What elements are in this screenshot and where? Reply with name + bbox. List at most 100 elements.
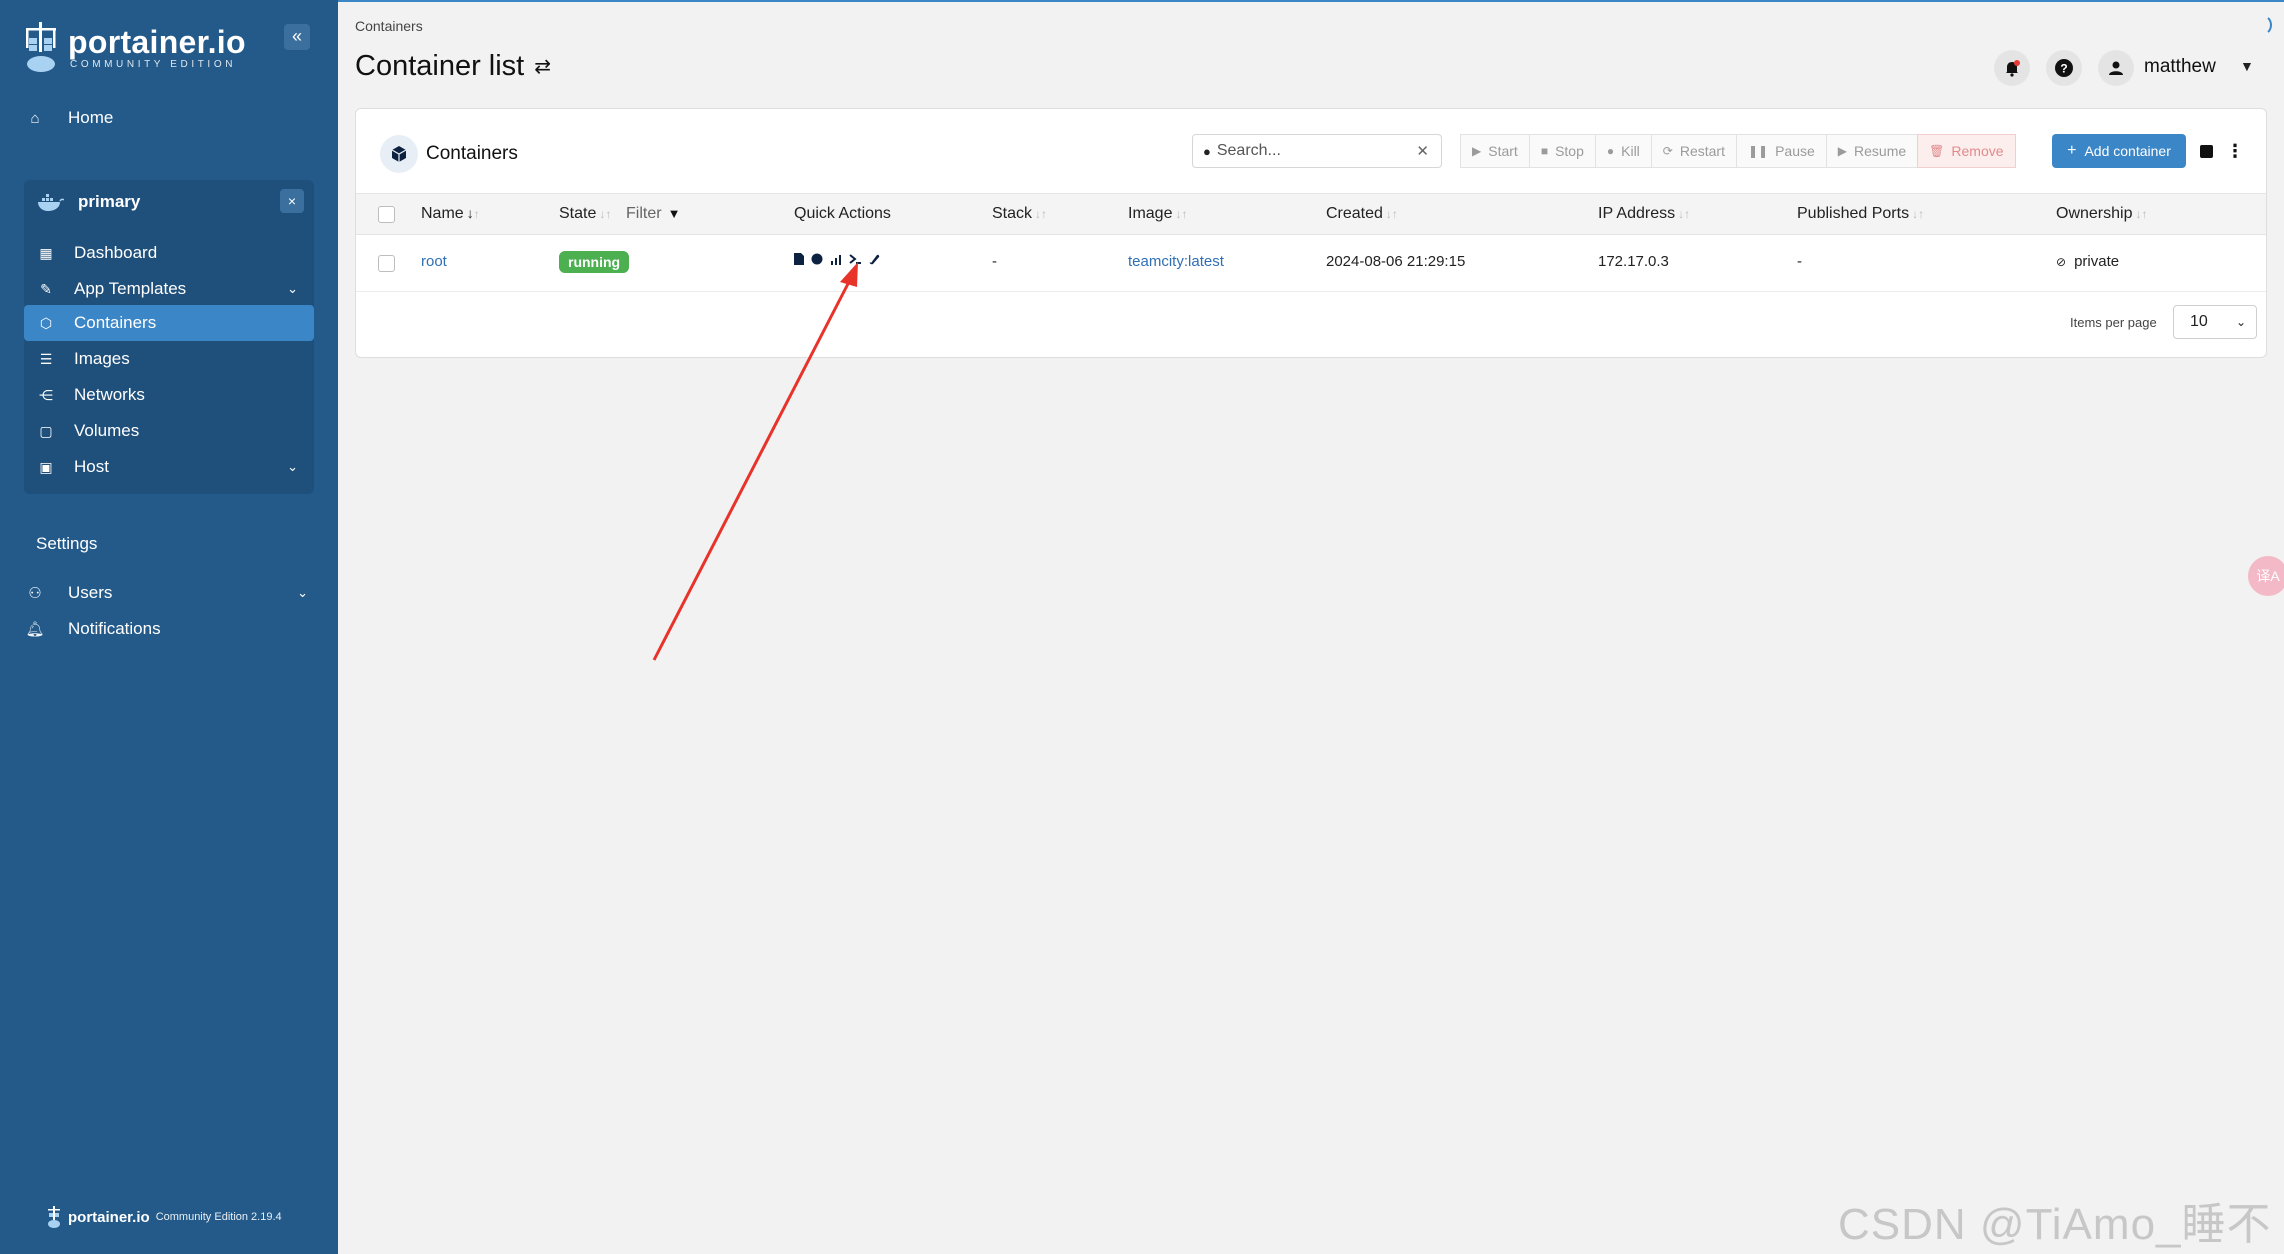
container-actions: ▶ Start ■ Stop ● Kill ⟳ Restart ❚❚ Pause ▶ Res… [1460, 134, 2016, 168]
search-box[interactable]: ● ✕ [1192, 134, 1442, 168]
sidebar-item-label: Networks [74, 385, 145, 404]
sidebar-footer: portainer.io Community Edition 2.19.4 [46, 1205, 282, 1229]
column-label: Quick Actions [794, 205, 891, 222]
status-badge: running [559, 251, 630, 273]
refresh-icon[interactable]: ⇄ [534, 54, 551, 79]
volume-icon: ▢ [39, 422, 53, 439]
column-label: Stack [992, 205, 1033, 222]
state-filter[interactable]: Filter ▼ [626, 205, 680, 223]
column-image[interactable]: Image ↓↑ [1128, 205, 1187, 223]
user-avatar-icon[interactable] [2098, 50, 2134, 86]
eye-off-icon: ⊘ [2056, 255, 2067, 269]
environment-header[interactable]: primary × [24, 180, 314, 224]
logs-icon[interactable] [794, 253, 804, 265]
column-label: Name [421, 205, 464, 222]
column-name[interactable]: Name ↓↑ [421, 205, 480, 223]
row-checkbox[interactable] [378, 255, 395, 272]
user-name[interactable]: matthew [2144, 56, 2216, 78]
logo[interactable]: portainer.io COMMUNITY EDITION [22, 20, 246, 74]
stats-icon[interactable] [830, 253, 842, 265]
sidebar-item-users[interactable]: ⚇ Users ⌄ [24, 575, 308, 611]
portainer-logo-icon [26, 22, 56, 72]
sidebar-item-app-templates[interactable]: ✎ App Templates ⌄ [24, 271, 314, 307]
columns-settings-icon[interactable] [2200, 145, 2213, 158]
restart-button[interactable]: ⟳ Restart [1650, 134, 1737, 168]
breadcrumb[interactable]: Containers [355, 18, 423, 34]
restart-label: Restart [1679, 143, 1725, 159]
resume-button[interactable]: ▶ Resume [1825, 134, 1919, 168]
sidebar-item-containers[interactable]: ⬡ Containers [24, 305, 314, 341]
column-state[interactable]: State ↓↑ [559, 205, 611, 223]
sidebar-item-images[interactable]: ☰ Images [24, 341, 314, 377]
nav-home-label: Home [68, 108, 114, 127]
caret-down-icon[interactable]: ▼ [2240, 58, 2254, 74]
pause-button[interactable]: ❚❚ Pause [1735, 134, 1827, 168]
sidebar-item-label: Containers [74, 313, 157, 332]
network-icon: ⋲ [39, 386, 53, 403]
attach-icon[interactable] [868, 253, 880, 265]
add-container-label: Add container [2084, 143, 2171, 159]
stop-icon: ■ [1540, 144, 1549, 158]
column-stack[interactable]: Stack ↓↑ [992, 205, 1047, 223]
table-header: Name ↓↑ State ↓↑ Filter ▼ Quick Actions Sta… [356, 193, 2266, 235]
stack-value: - [992, 253, 997, 270]
loading-spinner-icon [2250, 14, 2272, 36]
sidebar-item-notifications[interactable]: 🔔︎ Notifications [24, 611, 161, 647]
nav-home[interactable]: ⌂ Home [24, 100, 113, 136]
sort-icon: ↓↑ [1175, 207, 1188, 221]
column-label: Created [1326, 205, 1383, 222]
stop-button[interactable]: ■ Stop [1528, 134, 1596, 168]
kill-button[interactable]: ● Kill [1594, 134, 1652, 168]
watermark: CSDN @TiAmo_睡不醒 [1838, 1200, 2272, 1249]
plus-icon: + [2067, 142, 2077, 159]
search-input[interactable] [1216, 142, 1403, 160]
sidebar-item-label: Dashboard [74, 243, 158, 262]
sidebar: portainer.io COMMUNITY EDITION « ⌂ Home … [0, 0, 338, 1254]
sidebar-item-host[interactable]: ▣ Host ⌄ [24, 449, 314, 485]
table-row: root running - teamcity:latest 2024-08-0… [356, 236, 2266, 292]
select-all-checkbox[interactable] [378, 206, 395, 223]
sidebar-item-label: App Templates [74, 279, 187, 298]
ip-address-value: 172.17.0.3 [1598, 253, 1669, 270]
kill-label: Kill [1621, 143, 1640, 159]
more-options-icon[interactable]: ⋮ [2226, 141, 2244, 162]
column-published-ports[interactable]: Published Ports ↓↑ [1797, 205, 1924, 223]
page-title-text: Container list [355, 50, 525, 82]
footer-name: portainer.io [68, 1208, 150, 1226]
environment-name: primary [78, 192, 141, 211]
column-ip-address[interactable]: IP Address ↓↑ [1598, 205, 1690, 223]
remove-button[interactable]: 🗑 Remove [1917, 134, 2016, 168]
sidebar-item-label: Images [74, 349, 130, 368]
created-value: 2024-08-06 21:29:15 [1326, 253, 1466, 270]
sort-icon: ↑ [473, 207, 480, 221]
logo-subtitle: COMMUNITY EDITION [70, 58, 237, 70]
start-button[interactable]: ▶ Start [1460, 134, 1530, 168]
items-per-page-select[interactable]: 10 ⌄ [2173, 305, 2257, 339]
items-per-page-label: Items per page [2070, 315, 2157, 330]
sidebar-item-label: Notifications [68, 619, 161, 638]
console-icon[interactable] [849, 253, 861, 265]
column-label: IP Address [1598, 205, 1676, 222]
environment-close-button[interactable]: × [280, 189, 304, 213]
docker-icon [38, 194, 64, 211]
help-icon[interactable]: ? [2046, 50, 2082, 86]
sort-icon: ↓↑ [1678, 207, 1691, 221]
home-icon: ⌂ [30, 109, 40, 127]
sidebar-item-volumes[interactable]: ▢ Volumes [24, 413, 314, 449]
translate-icon[interactable]: 译A [2248, 556, 2284, 596]
loading-bar [338, 0, 2284, 2]
chevron-down-icon: ⌄ [2235, 315, 2246, 329]
sidebar-item-dashboard[interactable]: ▦ Dashboard [24, 235, 314, 271]
sidebar-item-networks[interactable]: ⋲ Networks [24, 377, 314, 413]
clear-icon[interactable]: ✕ [1416, 142, 1429, 160]
inspect-icon[interactable] [811, 253, 823, 265]
container-name-link[interactable]: root [421, 253, 447, 270]
column-created[interactable]: Created ↓↑ [1326, 205, 1398, 223]
image-link[interactable]: teamcity:latest [1128, 253, 1224, 270]
column-ownership[interactable]: Ownership ↓↑ [2056, 205, 2147, 223]
environment-panel: primary × ▦ Dashboard ✎ App Templates ⌄ … [24, 180, 314, 494]
portainer-logo-icon [48, 1206, 60, 1228]
add-container-button[interactable]: + Add container [2052, 134, 2186, 168]
collapse-sidebar-button[interactable]: « [284, 24, 310, 50]
notification-bell-icon[interactable] [1994, 50, 2030, 86]
